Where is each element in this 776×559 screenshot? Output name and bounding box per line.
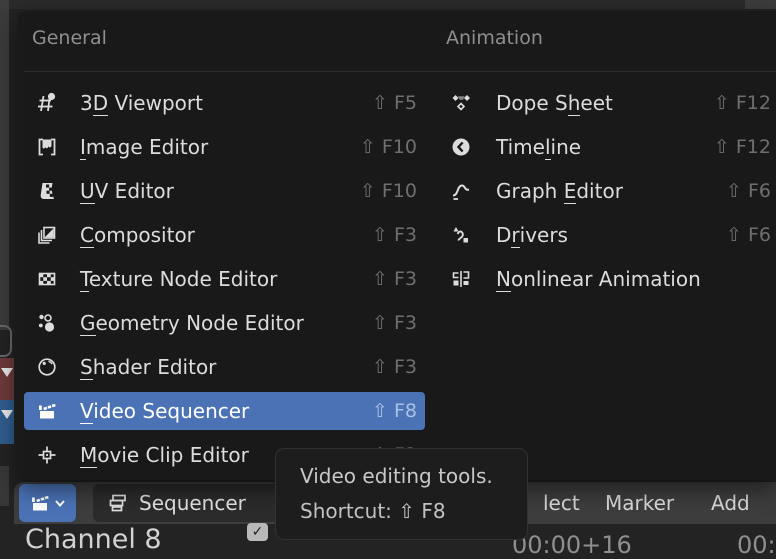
menu-item-label: 3D Viewport [80,84,203,122]
menu-item-compositor[interactable]: Compositor ⇧ F3 [24,216,425,254]
menu-item-shader-editor[interactable]: Shader Editor ⇧ F3 [24,348,425,386]
sequencer-strip-fragment-blue [0,400,14,444]
menu-item-label: Geometry Node Editor [80,304,304,342]
tooltip: Video editing tools. Shortcut: ⇧ F8 [275,448,528,540]
menu-item-label: Graph Editor [496,172,623,210]
menu-item-shortcut: ⇧ F3 [372,348,417,386]
menu-item-label: Image Editor [80,128,208,166]
menu-item-dope-sheet[interactable]: Dope Sheet ⇧ F12 [444,84,776,122]
editor-type-button[interactable] [19,484,76,522]
chevron-down-icon [53,496,67,510]
drivers-icon [450,224,472,246]
video-sequencer-icon [36,400,58,422]
top-editor-border [0,0,776,9]
menu-item-image-editor[interactable]: Image Editor ⇧ F10 [24,128,425,166]
video-sequencer-icon [29,492,51,514]
menu-item-label: Texture Node Editor [80,260,277,298]
menu-item-shortcut: ⇧ F6 [726,216,771,254]
menu-item-shortcut: ⇧ F5 [372,84,417,122]
menu-item-shortcut: ⇧ F8 [372,392,417,430]
menu-item-shortcut: ⇧ F3 [372,260,417,298]
menu-item-shortcut: ⇧ F12 [714,128,771,166]
background-button-fragment [0,325,12,357]
timeline-icon [450,136,472,158]
menu-item-timeline[interactable]: Timeline ⇧ F12 [444,128,776,166]
texture-node-editor-icon [36,268,58,290]
menu-item-shortcut: ⇧ F10 [360,172,417,210]
menu-item-add[interactable]: Add [711,482,750,524]
menu-item-label: Video Sequencer [80,392,249,430]
menu-item-shortcut: ⇧ F10 [360,128,417,166]
menu-item-label: Nonlinear Animation [496,260,701,298]
left-editor-border [0,0,9,330]
menu-item-label: Movie Clip Editor [80,436,249,474]
geometry-node-editor-icon [36,312,58,334]
menu-item-label: Dope Sheet [496,84,613,122]
menu-item-marker[interactable]: Marker [605,482,674,524]
tooltip-description: Video editing tools. [300,464,493,488]
channel-checkbox[interactable]: ✓ [247,523,268,541]
sequencer-view-label: Sequencer [139,491,246,515]
menu-item-select-partial[interactable]: lect [543,482,580,524]
nonlinear-animation-icon [450,268,472,290]
menu-item-shortcut: ⇧ F3 [372,216,417,254]
timecode-current: 00:00+16 [512,531,632,559]
menu-item-graph-editor[interactable]: Graph Editor ⇧ F6 [444,172,776,210]
timecode-end: 00:0 [737,531,776,559]
sequencer-strip-fragment-red [0,358,14,400]
menu-item-label: Timeline [496,128,581,166]
menu-item-shortcut: ⇧ F6 [726,172,771,210]
viewport-3d-icon [36,92,58,114]
shader-editor-icon [36,356,58,378]
sequencer-view-icon [107,492,129,514]
background-panel-fragment [0,466,9,506]
sequencer-view-selector[interactable]: Sequencer [93,484,289,522]
menu-item-label: Shader Editor [80,348,216,386]
tooltip-shortcut: Shortcut: ⇧ F8 [300,499,446,523]
menu-item-label: UV Editor [80,172,174,210]
menu-item-nonlinear-animation[interactable]: Nonlinear Animation [444,260,776,298]
menu-item-uv-editor[interactable]: UV Editor ⇧ F10 [24,172,425,210]
menu-item-shortcut: ⇧ F12 [714,84,771,122]
compositor-icon [36,224,58,246]
menu-item-video-sequencer[interactable]: Video Sequencer ⇧ F8 [24,392,425,430]
checkmark-icon: ✓ [252,524,264,540]
top-right-corner-fragment [745,0,776,9]
menu-item-texture-node-editor[interactable]: Texture Node Editor ⇧ F3 [24,260,425,298]
uv-editor-icon [36,180,58,202]
graph-editor-icon [450,180,472,202]
top-left-corner-fragment [0,0,9,9]
editor-type-menu: General3D Viewport⇧ F5Image Editor⇧ F10U… [18,11,776,480]
menu-item-label: Drivers [496,216,568,254]
movie-clip-editor-icon [36,444,58,466]
channel-label: Channel 8 [25,524,162,555]
menu-item-3d-viewport[interactable]: 3D Viewport ⇧ F5 [24,84,425,122]
menu-item-geometry-node-editor[interactable]: Geometry Node Editor ⇧ F3 [24,304,425,342]
menu-item-label: Compositor [80,216,195,254]
image-editor-icon [36,136,58,158]
menu-column-header-general: General [32,27,107,49]
menu-item-shortcut: ⇧ F3 [372,304,417,342]
menu-item-drivers[interactable]: Drivers ⇧ F6 [444,216,776,254]
dope-sheet-icon [450,92,472,114]
menu-column-header-animation: Animation [446,27,543,49]
